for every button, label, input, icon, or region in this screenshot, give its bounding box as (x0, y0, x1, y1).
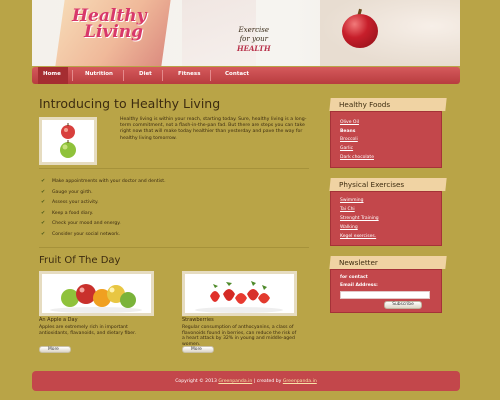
tagline-line-2: for your (239, 35, 268, 43)
list-item: ✔ Assess your activity. (41, 199, 166, 211)
footer-copyright: Copyright © 2013 (175, 379, 217, 384)
check-icon: ✔ (41, 178, 46, 184)
check-icon: ✔ (41, 209, 46, 216)
tagline-line-3: HEALTH (237, 44, 271, 53)
footer-link-2[interactable]: Greenpanda.in (283, 379, 317, 384)
email-input[interactable] (340, 291, 430, 299)
list-item-text: Check your mood and energy. (52, 221, 121, 227)
nav-item-nutrition[interactable]: Nutrition (85, 71, 113, 77)
nav-item-home[interactable]: Home (43, 71, 61, 77)
exercise-link-swimming[interactable]: Swimming (340, 198, 364, 203)
apple-icon (342, 14, 378, 48)
footer-link-1[interactable]: Greenpanda.in (218, 379, 252, 384)
exercise-link-walking[interactable]: Walking (340, 225, 358, 230)
list-item-text: Consider your social network. (52, 231, 121, 237)
food-link-olive-oil[interactable]: Olive Oil (340, 120, 359, 125)
strawberries-picture (195, 281, 283, 313)
check-icon: ✔ (41, 220, 46, 227)
list-item-text: Assess your activity. (52, 200, 99, 206)
nav-item-fitness[interactable]: Fitness (178, 71, 200, 77)
list-item-text: Make appointments with your doctor and d… (52, 179, 166, 184)
email-label: Email Address: (340, 283, 378, 288)
exercise-link-strength-training[interactable]: Strenght Training (340, 216, 379, 221)
intro-paragraph: Healthy living is within your reach, sta… (120, 117, 307, 141)
mixed-fruit-image[interactable] (39, 271, 154, 316)
check-icon: ✔ (41, 230, 46, 237)
nav-item-diet[interactable]: Diet (139, 71, 152, 77)
nav-separator (162, 70, 163, 81)
food-link-broccoli[interactable]: Broccoli (340, 137, 358, 142)
newsletter-heading: Newsletter (329, 256, 447, 269)
tagline-line-1: Exercise (238, 26, 269, 34)
mixed-fruit-picture (50, 284, 142, 313)
list-item: ✔ Check your mood and energy. (41, 220, 166, 232)
header-hero-image (320, 0, 460, 66)
fruit-name-strawberries: Strawberries (182, 317, 214, 323)
fruit-desc-apple: Apples are extremely rich in important a… (39, 325, 137, 336)
nav-separator (72, 70, 73, 81)
fruit-of-the-day-heading: Fruit Of The Day (39, 255, 121, 266)
food-link-dark-chocolate[interactable]: Dark chocolate (340, 155, 374, 160)
exercise-link-tai-chi[interactable]: Tai Chi (340, 207, 355, 212)
logo-line-2: Living (84, 22, 143, 42)
newsletter-for-contact: for contact (340, 275, 368, 280)
more-button-strawberries[interactable]: More (182, 346, 214, 353)
nav-separator (210, 70, 211, 81)
subscribe-button[interactable]: Subscribe (384, 301, 422, 309)
page-title: Introducing to Healthy Living (39, 96, 221, 111)
site-footer: Copyright © 2013 Greenpanda.in | created… (32, 371, 460, 391)
header-tagline: Exercise for your HEALTH (237, 26, 271, 53)
strawberries-image[interactable] (182, 271, 297, 316)
section-divider (39, 247, 309, 248)
food-link-garlic[interactable]: Garlic (340, 146, 353, 151)
list-item: ✔ Gauge your girth. (41, 188, 166, 201)
nav-separator (123, 70, 124, 81)
nav-item-contact[interactable]: Contact (225, 71, 249, 77)
more-button-apple[interactable]: More (39, 346, 71, 353)
list-item-text: Keep a food diary. (52, 210, 94, 216)
fruit-name-apple: An Apple a Day (39, 317, 78, 323)
list-item: ✔ Keep a food diary. (41, 209, 166, 222)
check-icon: ✔ (41, 188, 46, 195)
physical-exercises-title: Physical Exercises (339, 180, 405, 189)
main-nav: Home Nutrition Diet Fitness Contact (32, 67, 460, 84)
fruit-desc-strawberries: Regular consumption of anthocyanins, a c… (182, 325, 297, 347)
section-divider (39, 168, 309, 169)
apples-image (60, 123, 76, 158)
exercise-link-kegel[interactable]: Kegel exercises. (340, 234, 376, 239)
health-checklist: ✔ Make appointments with your doctor and … (41, 178, 166, 243)
food-label-beans: Beans (340, 129, 356, 134)
site-header: Healthy Living Exercise for your HEALTH (32, 0, 460, 66)
check-icon: ✔ (41, 199, 46, 206)
list-item-text: Gauge your girth. (52, 189, 93, 195)
site-logo[interactable]: Healthy Living (72, 8, 146, 42)
healthy-foods-title: Healthy Foods (339, 100, 391, 109)
footer-created-by: | created by (253, 379, 282, 384)
list-item: ✔ Make appointments with your doctor and … (41, 178, 166, 190)
physical-exercises-heading: Physical Exercises (329, 178, 447, 191)
healthy-foods-heading: Healthy Foods (329, 98, 447, 111)
apples-thumbnail (39, 117, 97, 165)
list-item: ✔ Consider your social network. (41, 230, 166, 243)
newsletter-title: Newsletter (339, 258, 378, 267)
